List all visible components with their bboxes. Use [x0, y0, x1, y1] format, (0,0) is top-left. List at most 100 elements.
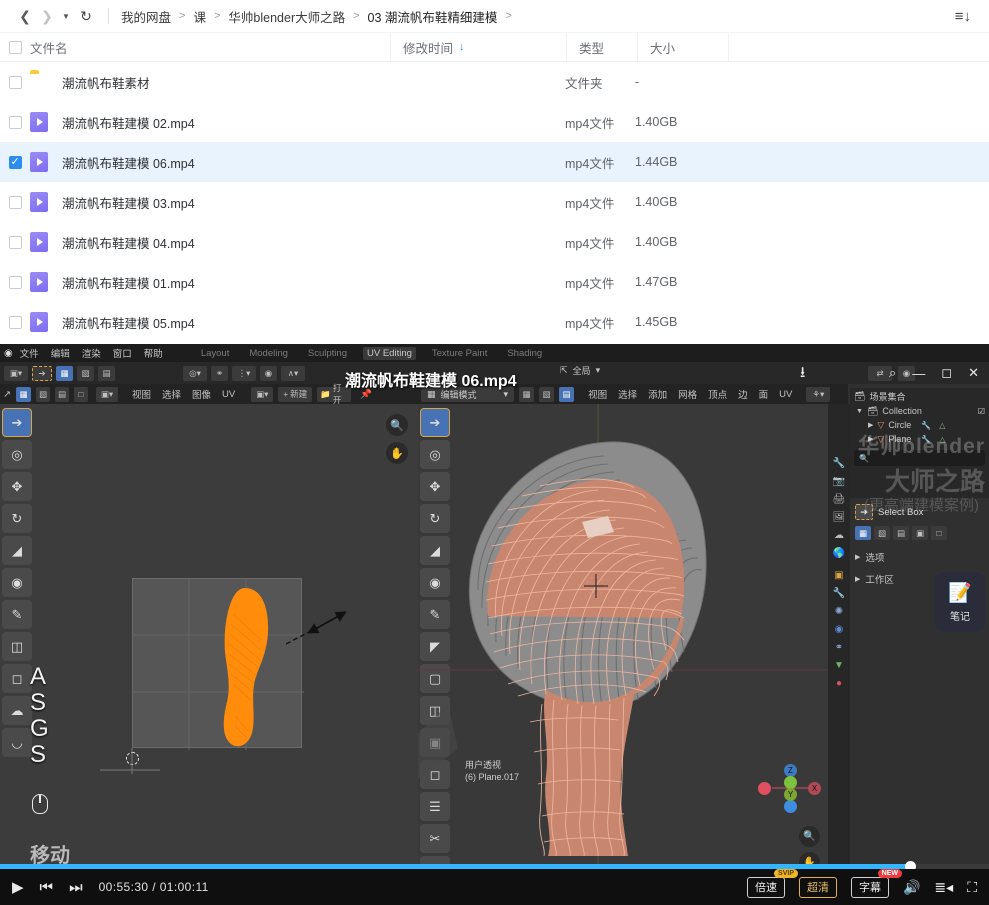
uv-menu-select[interactable]: 选择 [159, 387, 184, 401]
table-row[interactable]: 潮流帆布鞋建模 06.mp4mp4文件1.44GB [0, 142, 989, 182]
cell-file-name[interactable]: 潮流帆布鞋建模 04.mp4 [30, 232, 390, 252]
breadcrumb-item-3[interactable]: 03 潮流帆布鞋精细建模 [366, 7, 500, 26]
gizmo-axis-z-neg[interactable] [784, 800, 797, 813]
transform-orientation-control[interactable]: ⇱ 全局 ▾ [560, 364, 600, 377]
cell-file-name[interactable]: 潮流帆布鞋建模 03.mp4 [30, 192, 390, 212]
outliner-item-collection[interactable]: ▼ 🗃 Collection ☑ [850, 404, 989, 418]
column-header-modified[interactable]: 修改时间 ↓ [391, 38, 566, 57]
material-properties-tab-icon[interactable]: ● [836, 678, 842, 689]
transform-tool-icon[interactable]: ◉ [2, 568, 32, 597]
column-header-name[interactable]: 文件名 [30, 38, 390, 57]
tweak-tool-icon[interactable]: ➔ [2, 408, 32, 437]
table-row[interactable]: 潮流帆布鞋建模 04.mp4mp4文件1.40GB [0, 222, 989, 262]
uv-sync-select-icon[interactable]: ⚘▾ [806, 387, 830, 402]
table-row[interactable]: 潮流帆布鞋建模 02.mp4mp4文件1.40GB [0, 102, 989, 142]
row-checkbox[interactable] [0, 276, 30, 289]
select-vertex-icon[interactable]: ▦ [56, 366, 73, 381]
viewport-menu-add[interactable]: 添加 [645, 387, 670, 401]
modifier-icon[interactable]: 🔧 [921, 421, 931, 430]
uv-menu-view[interactable]: 视图 [129, 387, 154, 401]
caret-down-icon[interactable]: ▼ [58, 5, 74, 27]
table-row[interactable]: 潮流帆布鞋素材文件夹- [0, 62, 989, 102]
viewport-menu-select[interactable]: 选择 [615, 387, 640, 401]
scale-tool-icon[interactable]: ◢ [2, 536, 32, 565]
viewport-zoom-icon[interactable]: 🔍 [799, 826, 820, 847]
shoe-3d-model[interactable] [418, 404, 828, 864]
new-image-button[interactable]: + 新建 [278, 387, 312, 402]
column-header-type[interactable]: 类型 [567, 38, 637, 57]
tool-properties-tab-icon[interactable]: 🔧 [833, 458, 845, 469]
playback-speed-button[interactable]: 倍速 SVIP [747, 877, 785, 898]
move-tool-icon[interactable]: ✥ [2, 472, 32, 501]
uv-island-sole[interactable] [215, 584, 295, 754]
note-button[interactable]: 📝 笔记 [935, 572, 985, 632]
menu-render[interactable]: 渲染 [82, 346, 101, 360]
select-invert-icon[interactable]: ▣ [912, 526, 928, 540]
next-button[interactable]: ⏭ [69, 879, 83, 896]
subtitle-button[interactable]: 字幕 NEW [851, 877, 889, 898]
row-checkbox[interactable] [0, 316, 30, 329]
cell-file-name[interactable]: 潮流帆布鞋建模 05.mp4 [30, 312, 390, 332]
world-properties-tab-icon[interactable]: 🌎 [833, 548, 845, 559]
workspace-tab-layout[interactable]: Layout [197, 347, 234, 360]
chevron-right-icon[interactable]: ▶ [868, 421, 873, 429]
uv-zoom-icon[interactable]: 🔍 [386, 414, 408, 436]
particles-properties-tab-icon[interactable]: ✺ [835, 606, 843, 617]
cell-file-name[interactable]: 潮流帆布鞋建模 06.mp4 [30, 152, 390, 172]
viewport-menu-face[interactable]: 面 [756, 387, 772, 401]
back-icon[interactable]: ❮ [14, 5, 36, 27]
pinch-tool-icon[interactable]: ◡ [2, 728, 32, 757]
constraints-properties-tab-icon[interactable]: ⚭ [835, 642, 843, 653]
snap-magnet-icon[interactable]: ⚭ [211, 366, 228, 381]
restore-button[interactable]: ◻ [941, 365, 952, 381]
uv-pan-hand-icon[interactable]: ✋ [386, 442, 408, 464]
row-checkbox[interactable] [0, 76, 30, 89]
mesh-select-edge-icon[interactable]: ▧ [539, 387, 554, 402]
workspace-tab-modeling[interactable]: Modeling [245, 347, 292, 360]
menu-edit[interactable]: 编辑 [51, 346, 70, 360]
uv-select-face-icon[interactable]: ▤ [55, 387, 69, 402]
uv-menu-image[interactable]: 图像 [189, 387, 214, 401]
list-sort-icon[interactable]: ≡↓ [955, 8, 975, 25]
fullscreen-icon[interactable]: ⛶ [967, 879, 977, 896]
output-properties-tab-icon[interactable]: 🖨 [833, 494, 846, 505]
pivot-point-icon[interactable]: ◎▾ [183, 366, 207, 381]
rotate-tool-icon[interactable]: ↻ [2, 504, 32, 533]
select-set-icon[interactable]: ▦ [855, 526, 871, 540]
cursor-tool-icon[interactable]: ➔ [32, 366, 52, 381]
uv-menu-uv[interactable]: UV [219, 389, 238, 400]
object-data-properties-tab-icon[interactable]: ▼ [834, 660, 844, 671]
table-row[interactable]: 潮流帆布鞋建模 03.mp4mp4文件1.40GB [0, 182, 989, 222]
uv-select-edge-icon[interactable]: ▧ [36, 387, 50, 402]
section-options[interactable]: ▶ 选项 [850, 540, 989, 564]
playlist-icon[interactable]: ≣◂ [934, 879, 953, 896]
close-button[interactable]: ✕ [968, 365, 979, 381]
physics-properties-tab-icon[interactable]: ◉ [835, 624, 844, 635]
mesh-data-icon[interactable]: △ [939, 421, 945, 430]
modifier-properties-tab-icon[interactable]: 🔧 [833, 588, 845, 599]
select-subtract-icon[interactable]: ▤ [893, 526, 909, 540]
image-browse-icon[interactable]: ▣▾ [251, 387, 273, 402]
uv-display-mode-icon[interactable]: ▣▾ [96, 387, 118, 402]
viewport-menu-uv[interactable]: UV [776, 389, 795, 400]
select-edge-icon[interactable]: ▧ [77, 366, 94, 381]
quality-button[interactable]: 超清 [799, 877, 837, 898]
annotate-tool-icon[interactable]: ✎ [2, 600, 32, 629]
rip-region-tool-icon[interactable]: ◫ [2, 632, 32, 661]
row-checkbox[interactable] [0, 156, 30, 169]
row-checkbox[interactable] [0, 236, 30, 249]
row-checkbox[interactable] [0, 116, 30, 129]
workspace-tab-shading[interactable]: Shading [503, 347, 546, 360]
workspace-tab-texture-paint[interactable]: Texture Paint [428, 347, 491, 360]
gizmo-axis-x[interactable]: X [808, 782, 821, 795]
menu-help[interactable]: 帮助 [144, 346, 163, 360]
proportional-edit-icon[interactable]: ◉ [260, 366, 277, 381]
cell-file-name[interactable]: 潮流帆布鞋建模 01.mp4 [30, 272, 390, 292]
gizmo-axis-y[interactable]: Y [784, 788, 797, 801]
chevron-down-icon[interactable]: ▾ [596, 365, 601, 376]
mesh-select-face-icon[interactable]: ▤ [559, 387, 574, 402]
workspace-tab-uv-editing[interactable]: UV Editing [363, 347, 416, 360]
scene-properties-tab-icon[interactable]: ☁ [834, 530, 844, 541]
search-icon[interactable]: ⌕ [889, 365, 896, 381]
refresh-icon[interactable]: ↻ [74, 5, 98, 27]
